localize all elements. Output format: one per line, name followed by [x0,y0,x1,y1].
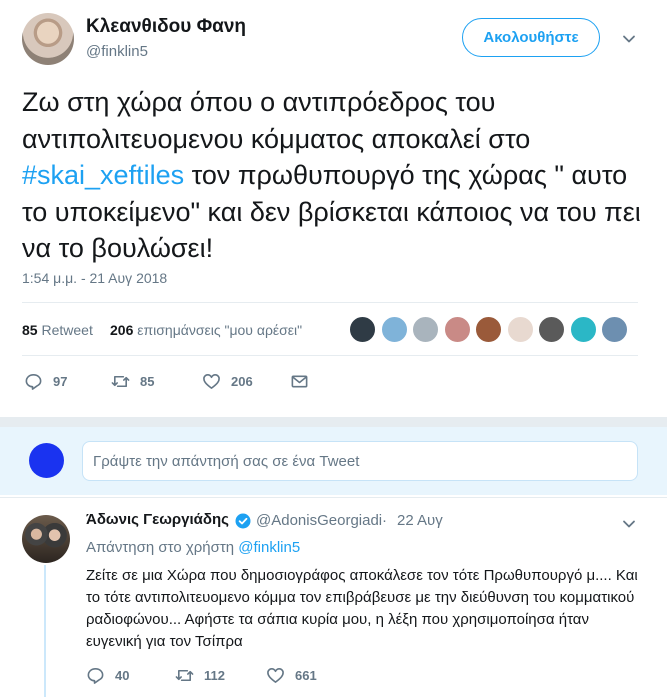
retweet-action-count: 112 [204,668,225,683]
reply-input[interactable]: Γράψτε την απάντησή σας σε ένα Tweet [82,441,638,481]
replying-to-mention[interactable]: @finklin5 [238,539,300,556]
heart-icon [267,668,284,683]
likes-stat[interactable]: 206 επισημάνσεις "μου αρέσει" [110,322,302,338]
user-avatar [29,443,64,478]
reply-composer: Γράψτε την απάντησή σας σε ένα Tweet [0,427,667,495]
likes-count: 206 [110,322,134,338]
retweet-action-count: 85 [140,374,155,389]
retweet-action[interactable]: 85 [111,372,154,391]
tweet-stats: 85 Retweet 206 επισημάνσεις "μου αρέσει" [22,302,638,356]
like-count: 206 [231,374,253,389]
likes-label: επισημάνσεις "μου αρέσει" [137,322,303,338]
like-action[interactable]: 661 [266,666,317,685]
retweet-count: 85 [22,322,38,338]
retweet-icon [111,375,130,388]
reply-icon [25,374,42,390]
tweet-text: Ζω στη χώρα όπου ο αντιπρόεδρος του αντι… [22,84,652,267]
hashtag-link[interactable]: #skai_xeftiles [22,160,184,190]
liker-avatar[interactable] [601,316,628,343]
reply-tweet: Άδωνις Γεωργιάδης @AdonisGeorgiadi · 22 … [0,497,667,697]
envelope-icon [291,375,308,388]
section-divider [0,417,667,427]
reply-count: 40 [115,668,130,683]
reply-author-name[interactable]: Άδωνις Γεωργιάδης [86,511,229,528]
retweet-action[interactable]: 112 [175,666,225,685]
reply-date[interactable]: 22 Αυγ [397,512,443,529]
reply-icon [87,668,104,684]
chevron-down-icon[interactable] [619,29,639,49]
like-count: 661 [295,668,317,683]
author-avatar[interactable] [22,13,74,65]
chevron-down-icon[interactable] [619,514,639,534]
tweet-timestamp[interactable]: 1:54 μ.μ. - 21 Αυγ 2018 [22,270,167,286]
heart-icon [203,374,220,389]
like-action[interactable]: 206 [202,372,253,391]
retweet-icon [175,669,194,682]
reply-author-handle[interactable]: @AdonisGeorgiadi [256,512,382,529]
reply-author-avatar[interactable] [22,515,70,563]
liker-avatar[interactable] [443,316,471,343]
reply-action[interactable]: 97 [24,372,67,391]
verified-badge-icon [235,513,251,529]
replying-to-label: Απάντηση στο χρήστη [86,539,235,556]
tweet-actions: 97 85 206 [24,372,324,394]
liker-avatar[interactable] [569,316,597,343]
liker-avatar[interactable] [538,316,565,343]
reply-text: Ζείτε σε μια Χώρα που δημοσιογράφος αποκ… [86,567,638,650]
author-name[interactable]: Κλεανθιδου Φανη [86,16,246,38]
message-action[interactable] [290,372,319,391]
follow-button[interactable]: Ακολουθήστε [462,18,600,57]
retweet-label: Retweet [41,322,93,338]
replying-to: Απάντηση στο χρήστη @finklin5 [86,539,300,556]
reply-action[interactable]: 40 [86,666,129,685]
reply-count: 97 [53,374,68,389]
liker-avatar[interactable] [349,316,376,343]
author-handle[interactable]: @finklin5 [86,43,148,60]
reply-actions: 40 112 661 [86,666,386,688]
liker-avatar[interactable] [412,316,439,343]
liker-avatar[interactable] [380,316,408,343]
meta-separator: · [382,512,387,529]
retweet-stat[interactable]: 85 Retweet [22,322,93,338]
main-tweet: Κλεανθιδου Φανη @finklin5 Ακολουθήστε Ζω… [0,0,667,415]
tweet-text-part: Ζω στη χώρα όπου ο αντιπρόεδρος του αντι… [22,87,531,154]
liker-avatar[interactable] [506,316,534,343]
thread-line [44,565,46,697]
liker-avatar[interactable] [475,316,502,343]
